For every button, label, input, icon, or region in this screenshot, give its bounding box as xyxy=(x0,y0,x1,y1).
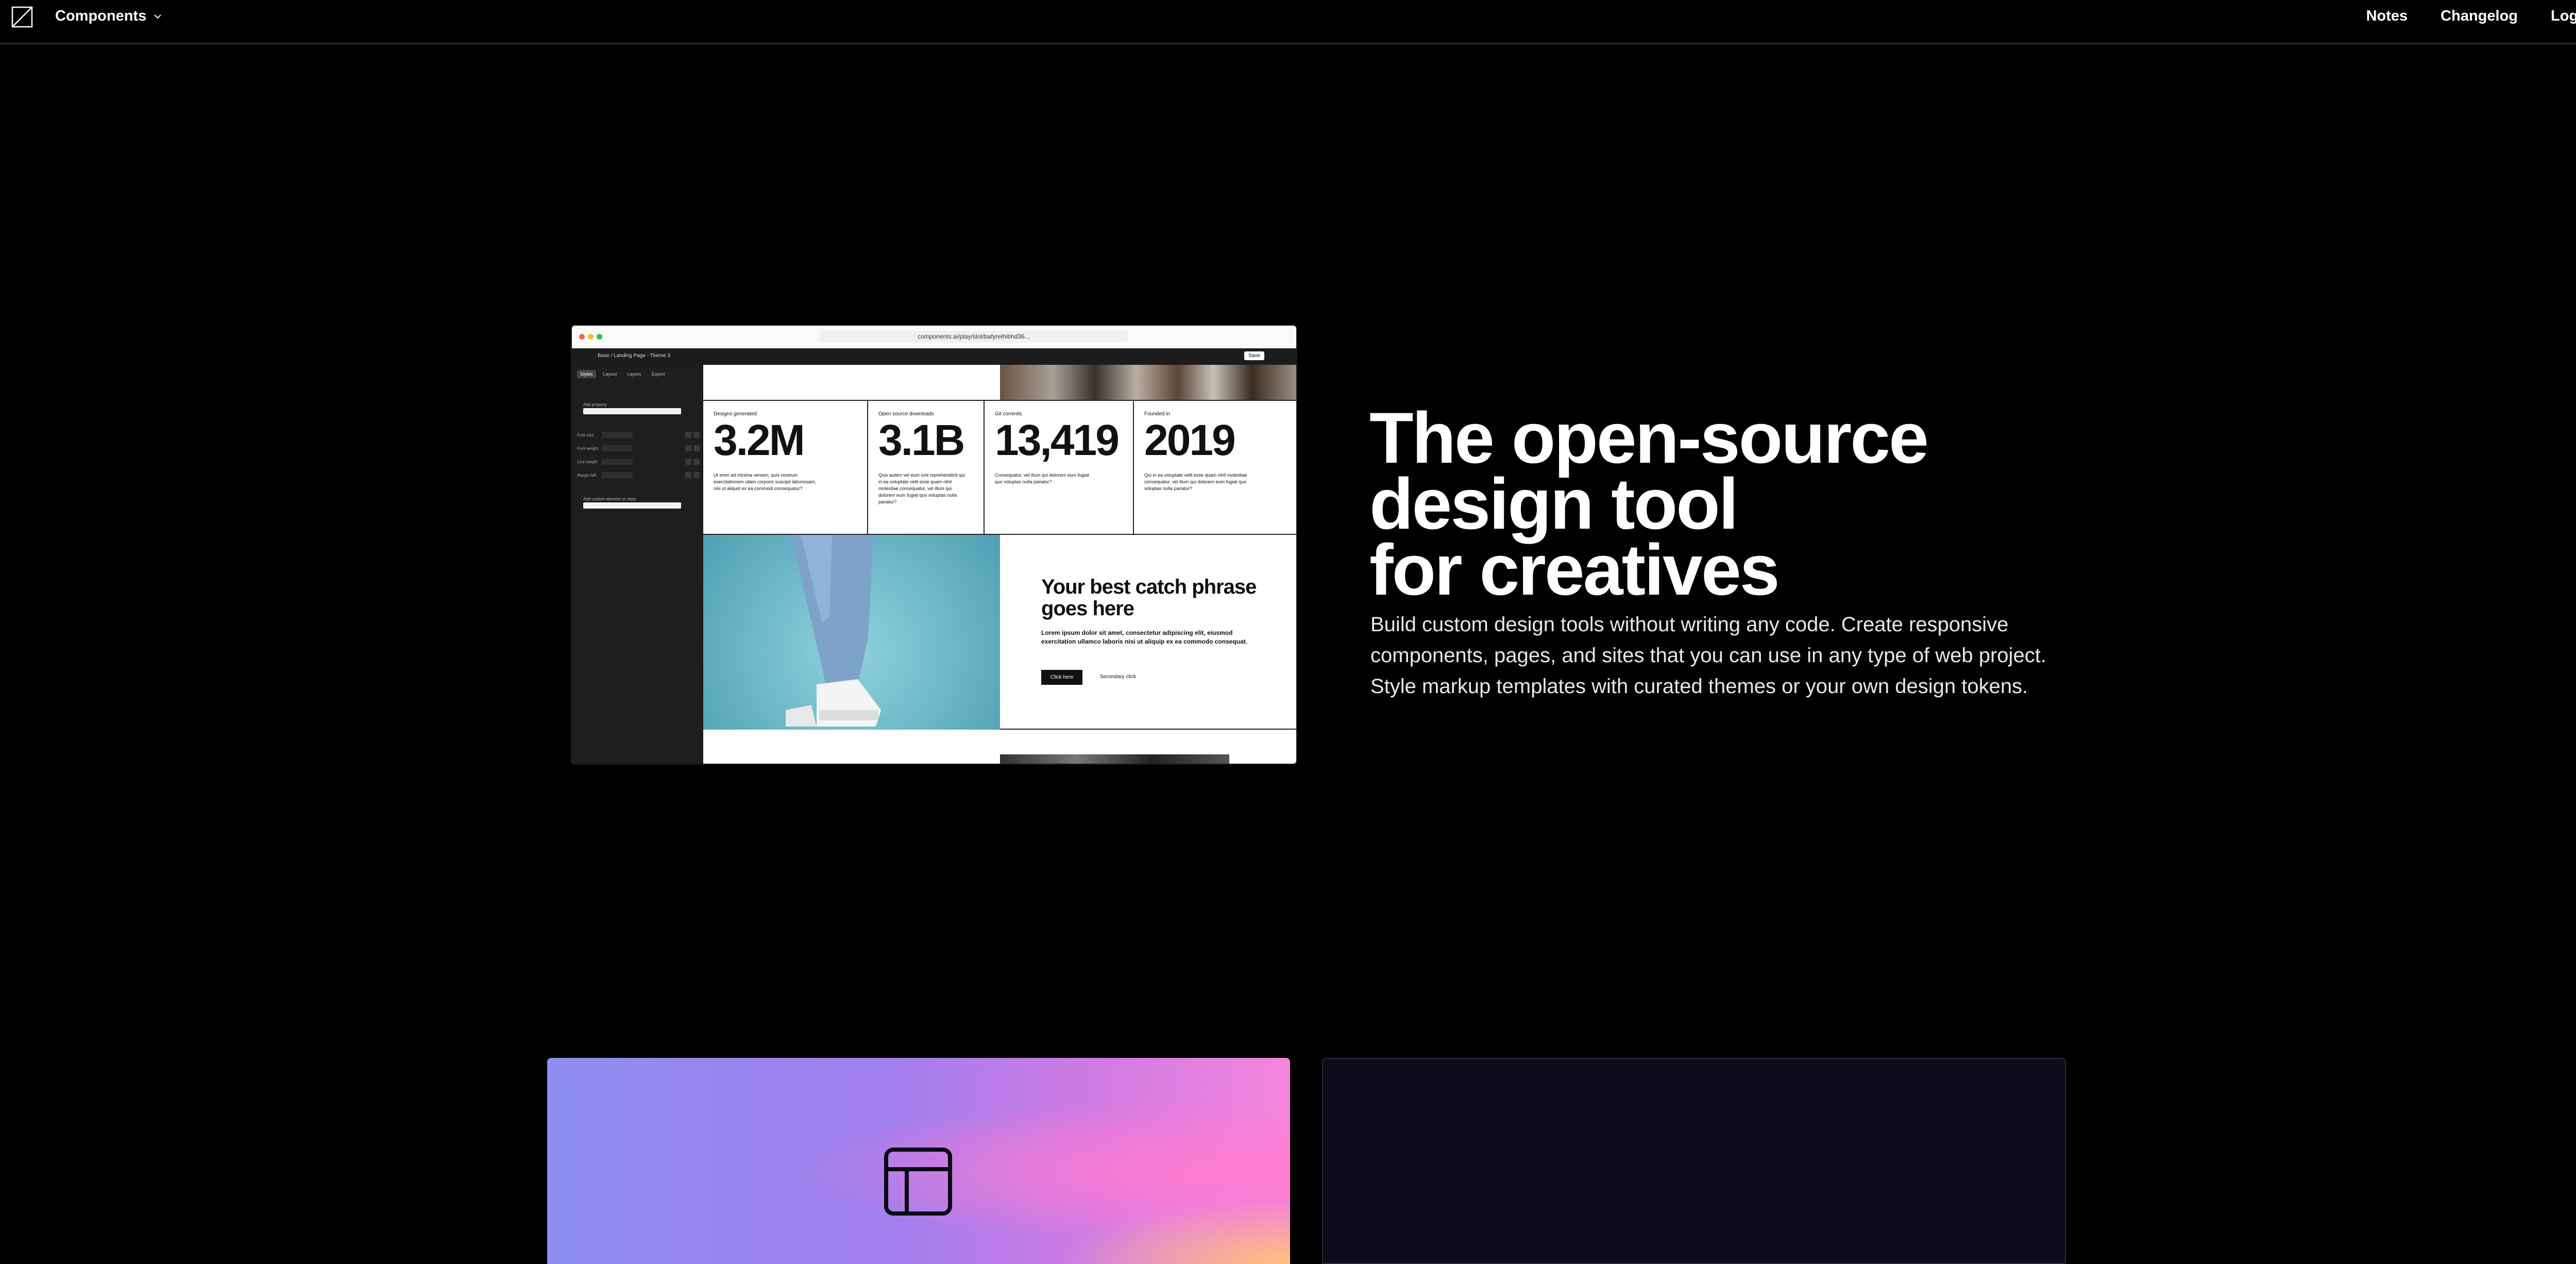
stat-card: Designs generated 3.2M Ut enim ad minima… xyxy=(703,401,868,534)
feature-card-gradient[interactable] xyxy=(547,1058,1290,1264)
promo-body: Lorem ipsum dolor sit amet, consectetur … xyxy=(1041,629,1248,645)
stat-desc: Consequatur, vel illum qui dolorem eum f… xyxy=(995,473,1089,484)
components-menu-button[interactable]: Components xyxy=(55,8,163,25)
stat-value: 3.1B xyxy=(878,416,965,464)
hero-title-line: design tool xyxy=(1369,463,1739,544)
nav-link-notes[interactable]: Notes xyxy=(2366,8,2408,25)
hero-title-line: for creatives xyxy=(1369,529,1780,610)
stat-desc: Quis autem vel eum iure reprehenderit qu… xyxy=(878,473,965,504)
stat-card: Founded in 2019 Qui in ea voluptate veli… xyxy=(1134,401,1296,534)
stat-desc: Ut enim ad minima veniam, quis nostrum e… xyxy=(714,473,816,491)
editor-save-button: Save xyxy=(1244,351,1264,360)
stat-value: 2019 xyxy=(1144,416,1236,464)
sidebar-tab: Layers xyxy=(627,372,641,377)
preview-canvas: Designs generated 3.2M Ut enim ad minima… xyxy=(703,365,1296,764)
sidebar-tabs: Styles Layout Layers Export xyxy=(577,370,668,378)
stats-section: Designs generated 3.2M Ut enim ad minima… xyxy=(703,400,1296,535)
sneakers-photo xyxy=(703,535,1000,730)
feature-card-dark[interactable] xyxy=(1322,1058,2066,1264)
brand-label: Components xyxy=(55,8,147,24)
browser-chrome: components.ai/play/slot/bafyreihibhd36..… xyxy=(572,326,1296,349)
product-screenshot: components.ai/play/slot/bafyreihibhd36..… xyxy=(572,326,1296,764)
top-nav: Components Notes Changelog Log in xyxy=(0,0,2576,44)
sidebar-label: Add property xyxy=(583,402,607,407)
stat-card: Git commits 13,419 Consequatur, vel illu… xyxy=(985,401,1134,534)
editor-toolbar: Base / Landing Page - Theme 3 Save xyxy=(572,348,1296,365)
bottom-image xyxy=(1000,754,1229,764)
promo-section: Your best catch phrase goes here Lorem i… xyxy=(1000,535,1296,730)
chevron-down-icon xyxy=(154,14,161,19)
logo-icon[interactable] xyxy=(11,6,33,28)
sidebar-row: Line height xyxy=(577,459,700,466)
minimize-dot-icon xyxy=(588,334,594,340)
nav-links: Notes Changelog Log in xyxy=(2366,8,2576,25)
nav-link-login[interactable]: Log in xyxy=(2551,8,2576,25)
editor-sidebar: Styles Layout Layers Export Add property… xyxy=(572,365,703,764)
close-dot-icon xyxy=(579,334,585,340)
sidebar-row: Margin left xyxy=(577,472,700,479)
stat-card: Open source downloads 3.1B Quis autem ve… xyxy=(868,401,985,534)
editor-breadcrumb: Base / Landing Page - Theme 3 xyxy=(598,353,671,359)
sidebar-label: Add custom element or class xyxy=(583,497,636,501)
sidebar-input xyxy=(583,502,681,509)
promo-primary-button: Click here xyxy=(1041,670,1083,685)
sidebar-tab: Layout xyxy=(603,372,617,377)
sidebar-row: Font size xyxy=(577,432,700,439)
stat-value: 13,419 xyxy=(995,416,1120,464)
layout-icon xyxy=(884,1148,952,1216)
promo-secondary-button: Secondary click xyxy=(1100,674,1137,680)
stat-value: 3.2M xyxy=(714,416,805,464)
address-bar: components.ai/play/slot/bafyreihibhd36..… xyxy=(819,331,1128,342)
hero-subtitle: Build custom design tools without writin… xyxy=(1370,613,2046,698)
sidebar-tab: Styles xyxy=(577,370,596,378)
sidebar-tab: Export xyxy=(651,372,665,377)
sidebar-input xyxy=(583,408,681,414)
city-image xyxy=(1000,365,1296,400)
maximize-dot-icon xyxy=(597,334,602,340)
hero-title: The open-source design tool for creative… xyxy=(1369,397,1988,610)
stat-desc: Qui in ea voluptate velit esse quam nihi… xyxy=(1144,473,1247,491)
nav-link-changelog[interactable]: Changelog xyxy=(2441,8,2518,25)
promo-heading: Your best catch phrase goes here xyxy=(1041,576,1257,620)
hero-title-line: The open-source xyxy=(1369,397,1929,478)
sidebar-row: Font weight xyxy=(577,445,700,452)
